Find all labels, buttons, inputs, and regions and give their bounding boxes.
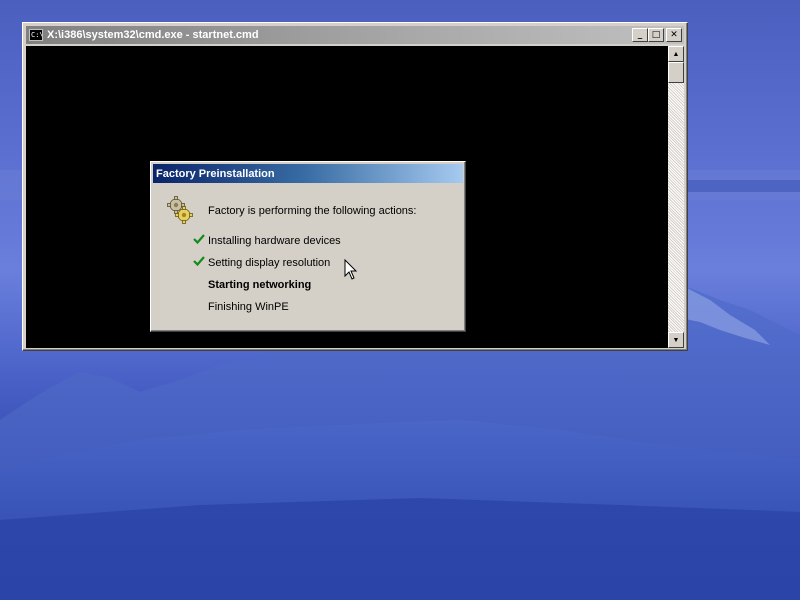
- caption-buttons: _ □ ✕: [632, 28, 682, 42]
- close-icon: ✕: [670, 29, 678, 40]
- scroll-up-button[interactable]: ▲: [668, 46, 684, 62]
- dialog-header-text: Factory is performing the following acti…: [208, 205, 417, 217]
- scroll-down-arrow-icon: ▼: [672, 336, 680, 344]
- scroll-down-button[interactable]: ▼: [668, 332, 684, 348]
- factory-preinstallation-dialog[interactable]: Factory Preinstallation Factory is perfo…: [150, 161, 466, 332]
- checkmark-icon: [193, 256, 205, 267]
- scroll-up-arrow-icon: ▲: [672, 50, 680, 58]
- scrollbar-thumb[interactable]: [668, 62, 684, 83]
- desktop: C:\ X:\i386\system32\cmd.exe - startnet.…: [0, 0, 800, 600]
- maximize-button[interactable]: □: [648, 28, 664, 42]
- checkmark-icon: [193, 234, 205, 245]
- vertical-scrollbar[interactable]: ▲ ▼: [668, 46, 684, 348]
- console-window-title: X:\i386\system32\cmd.exe - startnet.cmd: [47, 29, 259, 41]
- step-setting-display: Setting display resolution: [208, 257, 331, 269]
- step-installing-hardware: Installing hardware devices: [208, 235, 341, 247]
- close-button[interactable]: ✕: [666, 28, 682, 42]
- step-starting-networking: Starting networking: [208, 279, 312, 291]
- dialog-titlebar[interactable]: Factory Preinstallation: [153, 164, 463, 183]
- step-finishing-winpe: Finishing WinPE: [208, 301, 289, 313]
- maximize-icon: □: [651, 29, 661, 40]
- console-titlebar[interactable]: C:\ X:\i386\system32\cmd.exe - startnet.…: [26, 26, 684, 44]
- minimize-button[interactable]: _: [632, 28, 648, 42]
- mouse-pointer-icon: [344, 259, 358, 280]
- console-app-icon[interactable]: C:\: [29, 29, 43, 41]
- minimize-icon: _: [637, 29, 643, 40]
- dialog-title: Factory Preinstallation: [156, 167, 275, 180]
- gears-icon: [167, 196, 193, 224]
